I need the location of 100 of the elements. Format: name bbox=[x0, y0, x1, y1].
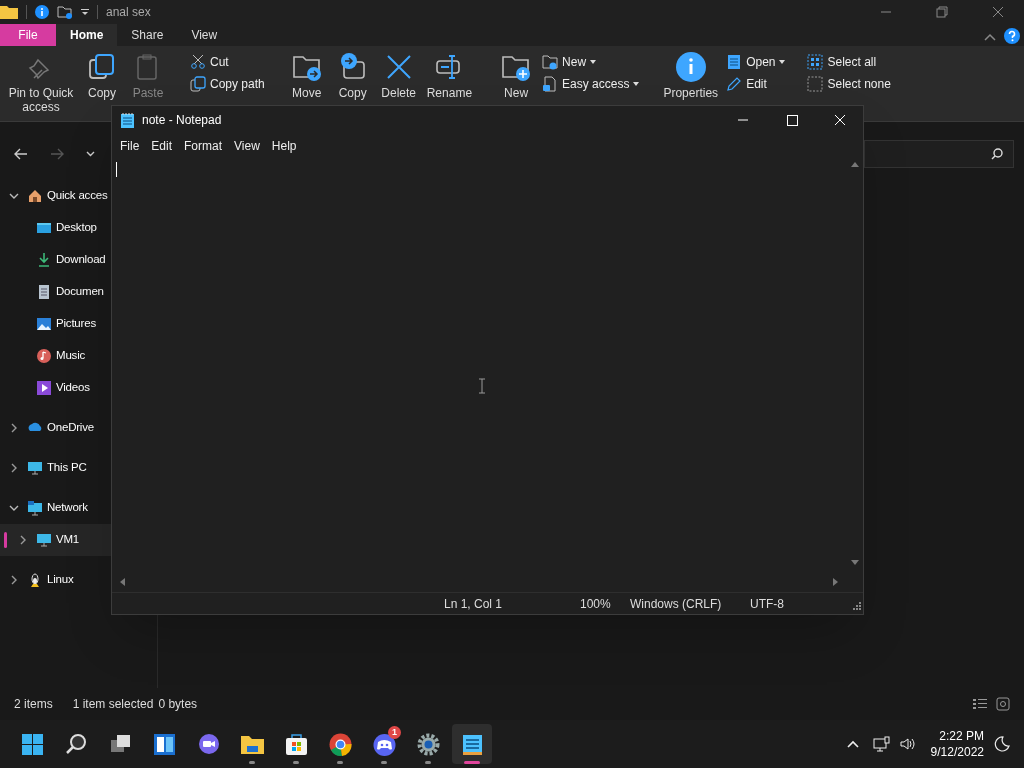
item-count: 2 items bbox=[14, 696, 53, 713]
window-title: note - Notepad bbox=[142, 112, 222, 129]
music-note-icon bbox=[36, 348, 52, 364]
network-icon bbox=[27, 500, 43, 516]
widgets-icon bbox=[151, 731, 177, 757]
ribbon-button[interactable]: Select all bbox=[807, 53, 891, 71]
clock-time[interactable]: 2:22 PM bbox=[939, 728, 984, 744]
restore-icon[interactable] bbox=[936, 6, 948, 18]
ribbon-button[interactable]: Edit bbox=[726, 75, 786, 93]
menu-item[interactable]: Edit bbox=[145, 137, 179, 155]
sidebar-item[interactable]: Quick acces bbox=[0, 180, 111, 212]
selection-size: 0 bytes bbox=[158, 696, 198, 713]
window-title: anal sex bbox=[106, 4, 151, 21]
sidebar-item[interactable]: Network bbox=[0, 492, 111, 524]
gear-icon bbox=[415, 731, 441, 757]
taskbar-button[interactable]: 1 bbox=[364, 724, 404, 764]
ribbon-button[interactable]: Cut bbox=[190, 53, 265, 71]
new-item-icon bbox=[542, 54, 559, 70]
chevron-down-icon[interactable] bbox=[86, 151, 95, 157]
dropdown-icon[interactable] bbox=[81, 8, 89, 16]
ribbon-button[interactable]: Pin to Quick access bbox=[6, 52, 76, 114]
notepad-icon bbox=[726, 54, 743, 70]
maximize-icon[interactable] bbox=[787, 114, 798, 126]
chevron-down-icon[interactable] bbox=[9, 503, 19, 513]
sidebar-item[interactable]: Music bbox=[0, 340, 111, 372]
search-field[interactable] bbox=[864, 140, 1014, 168]
chevron-up-icon[interactable] bbox=[846, 740, 859, 748]
scroll-right-icon[interactable] bbox=[833, 578, 839, 586]
monitor-icon bbox=[27, 460, 43, 476]
chevron-right-icon[interactable] bbox=[18, 535, 28, 545]
easy-access-icon bbox=[542, 76, 559, 92]
resize-grip-icon bbox=[851, 601, 861, 612]
sidebar-item[interactable]: Linux bbox=[0, 564, 111, 596]
sidebar-item[interactable]: Download bbox=[0, 244, 111, 276]
file-menu-button[interactable]: File bbox=[0, 24, 56, 46]
sidebar-item[interactable]: OneDrive bbox=[0, 412, 111, 444]
selection-count: 1 item selected bbox=[72, 696, 154, 713]
ribbon-tab[interactable]: View bbox=[177, 24, 232, 46]
sidebar-item[interactable]: Pictures bbox=[0, 308, 111, 340]
moon-icon[interactable] bbox=[994, 736, 1010, 752]
scissors-icon bbox=[190, 54, 206, 70]
help-icon[interactable] bbox=[1004, 28, 1020, 44]
scroll-left-icon[interactable] bbox=[119, 578, 125, 586]
large-icons-view-icon[interactable] bbox=[996, 697, 1010, 711]
document-icon bbox=[36, 284, 52, 300]
notepad-icon bbox=[121, 112, 134, 128]
sidebar-item[interactable]: Documen bbox=[0, 276, 111, 308]
chevron-down-icon[interactable] bbox=[9, 191, 19, 201]
text-cursor bbox=[116, 162, 117, 177]
ribbon-button[interactable]: Select none bbox=[807, 75, 891, 93]
video-icon bbox=[36, 380, 52, 396]
ribbon-button[interactable]: Copy bbox=[82, 52, 122, 100]
notification-badge: 1 bbox=[388, 726, 401, 739]
select-all-icon bbox=[807, 54, 824, 70]
ribbon-button[interactable]: Open bbox=[726, 53, 786, 71]
copy-path-icon bbox=[190, 76, 206, 92]
ribbon-button[interactable]: New bbox=[496, 52, 537, 100]
ribbon-button[interactable]: New bbox=[542, 53, 640, 71]
status-text: Ln 1, Col 1 bbox=[444, 595, 504, 613]
copy-icon bbox=[87, 52, 117, 82]
scroll-down-icon[interactable] bbox=[851, 560, 859, 566]
select-none-icon bbox=[807, 76, 824, 92]
caret-icon bbox=[590, 60, 597, 64]
network-icon[interactable] bbox=[872, 736, 891, 752]
ribbon-button[interactable]: Easy access bbox=[542, 75, 640, 93]
scroll-up-icon[interactable] bbox=[851, 161, 859, 167]
clock-date[interactable]: 9/12/2022 bbox=[930, 744, 984, 760]
text-cursor-icon bbox=[478, 378, 486, 394]
menu-item[interactable]: Format bbox=[178, 137, 229, 155]
download-icon bbox=[36, 252, 52, 268]
ribbon-tab[interactable]: Home bbox=[56, 24, 118, 46]
menu-item[interactable]: File bbox=[114, 137, 146, 155]
menu-item[interactable]: Help bbox=[265, 137, 303, 155]
chevron-right-icon[interactable] bbox=[9, 575, 19, 585]
back-arrow-icon[interactable] bbox=[14, 148, 28, 160]
sidebar-item[interactable]: This PC bbox=[0, 452, 111, 484]
chevron-right-icon[interactable] bbox=[9, 423, 19, 433]
sidebar-item[interactable]: Videos bbox=[0, 372, 111, 404]
info-icon[interactable] bbox=[35, 5, 49, 19]
ribbon-button[interactable]: Rename bbox=[424, 52, 475, 100]
ribbon-button[interactable]: Copy path bbox=[190, 75, 265, 93]
volume-icon[interactable] bbox=[898, 736, 917, 752]
taskbar-button[interactable] bbox=[452, 724, 492, 764]
sidebar-item[interactable]: VM1 bbox=[0, 524, 111, 556]
windows-logo-icon bbox=[19, 731, 45, 757]
ribbon-button[interactable]: Properties bbox=[661, 52, 721, 100]
menu-item[interactable]: View bbox=[228, 137, 266, 155]
folder-icon bbox=[0, 5, 18, 19]
new-folder-icon[interactable] bbox=[57, 5, 73, 19]
browser-icon bbox=[327, 731, 353, 757]
sidebar-item[interactable]: Desktop bbox=[0, 212, 111, 244]
desktop-icon bbox=[36, 220, 52, 236]
ribbon-button[interactable]: Move bbox=[286, 52, 327, 100]
details-view-icon[interactable] bbox=[972, 697, 988, 711]
ribbon-button[interactable]: Copy bbox=[332, 52, 373, 100]
collapse-ribbon-icon[interactable] bbox=[984, 33, 996, 41]
game-controller-icon bbox=[371, 731, 397, 757]
ribbon-button[interactable]: Delete bbox=[378, 52, 419, 100]
chevron-right-icon[interactable] bbox=[9, 463, 19, 473]
ribbon-tab[interactable]: Share bbox=[117, 24, 178, 46]
